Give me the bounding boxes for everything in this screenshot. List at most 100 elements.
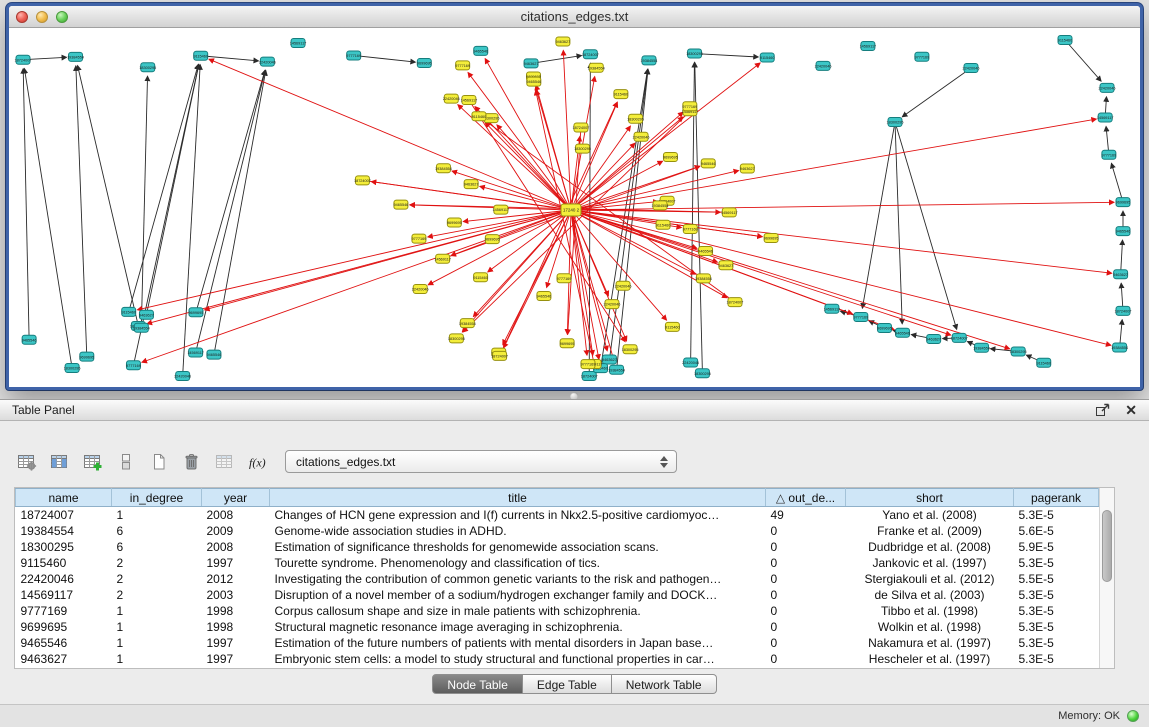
table-vertical-scrollbar[interactable] (1099, 488, 1114, 668)
graph-node[interactable]: 9777169 (581, 360, 596, 369)
graph-node[interactable]: 9699695 (1116, 198, 1131, 207)
graph-node[interactable]: 9115460 (656, 220, 671, 229)
graph-node[interactable]: 19384554 (435, 164, 452, 173)
table-selector[interactable]: citations_edges.txt (285, 450, 677, 473)
graph-node[interactable]: 22420046 (412, 284, 429, 293)
graph-node[interactable]: 18300295 (694, 369, 711, 378)
graph-node[interactable]: 14569117 (1097, 113, 1114, 122)
graph-node[interactable]: 14569117 (493, 205, 510, 214)
graph-node[interactable]: 9115460 (193, 51, 208, 60)
graph-node[interactable]: 22420046 (633, 132, 650, 141)
graph-node[interactable]: 9115460 (1058, 36, 1073, 45)
table-row[interactable]: 1456911722003Disruption of a novel membe… (16, 587, 1099, 603)
table-row[interactable]: 969969511998Structural magnetic resonanc… (16, 619, 1099, 635)
column-header-pagerank[interactable]: pagerank (1014, 489, 1099, 507)
graph-node[interactable]: 9777169 (557, 274, 572, 283)
graph-node[interactable]: 19384554 (588, 63, 605, 72)
graph-node[interactable]: 22420046 (815, 61, 832, 70)
import-table-icon[interactable] (212, 451, 238, 473)
graph-node[interactable]: 22420046 (603, 300, 620, 309)
graph-node[interactable]: 9699695 (485, 235, 500, 244)
network-graph[interactable]: 18724007 19384554 18300295 9115460 22420046 1… (9, 28, 1140, 387)
graph-node[interactable]: 14569117 (721, 208, 738, 217)
tab-network-table[interactable]: Network Table (612, 674, 717, 694)
graph-node[interactable]: 9699695 (663, 153, 678, 162)
graph-node[interactable]: 9463627 (524, 59, 539, 68)
graph-node[interactable]: 19384554 (641, 56, 658, 65)
graph-node[interactable]: 19384554 (133, 323, 150, 332)
graph-node[interactable]: 14569117 (290, 39, 307, 48)
graph-node[interactable]: 18724007 (572, 123, 589, 132)
table-row[interactable]: 1872400712008Changes of HCN gene express… (16, 507, 1099, 523)
graph-node[interactable]: 22420046 (259, 57, 276, 66)
graph-node[interactable]: 14569117 (187, 348, 204, 357)
graph-node[interactable]: 18300295 (622, 345, 639, 354)
graph-node[interactable]: 14569117 (824, 304, 841, 313)
table-row[interactable]: 1830029562008Estimation of significance … (16, 539, 1099, 555)
function-builder-icon[interactable]: f(x) (245, 451, 271, 473)
graph-node[interactable]: 9699695 (189, 308, 204, 317)
tab-node-table[interactable]: Node Table (432, 674, 523, 694)
network-view[interactable]: 18724007 19384554 18300295 9115460 22420046 1… (9, 28, 1140, 387)
graph-node[interactable]: 18300295 (686, 49, 703, 58)
graph-node[interactable]: 18300295 (627, 114, 644, 123)
graph-node[interactable]: 9465546 (537, 291, 552, 300)
graph-node[interactable]: 18300295 (574, 144, 591, 153)
window-titlebar[interactable]: citations_edges.txt (9, 6, 1140, 28)
graph-node[interactable]: 9777169 (1101, 150, 1116, 159)
table-row[interactable]: 911546021997Tourette syndrome. Phenomeno… (16, 555, 1099, 571)
column-header-name[interactable]: name (16, 489, 112, 507)
graph-node[interactable]: 9463627 (139, 310, 154, 319)
graph-node[interactable]: 9115460 (1037, 358, 1052, 367)
graph-node[interactable]: 18300295 (139, 63, 156, 72)
graph-node[interactable]: 18300295 (1010, 347, 1027, 356)
graph-node[interactable]: 18300295 (887, 118, 904, 127)
show-columns-icon[interactable] (47, 451, 73, 473)
graph-node[interactable]: 9777169 (455, 61, 470, 70)
add-column-icon[interactable] (80, 451, 106, 473)
graph-node[interactable]: 14569117 (461, 96, 478, 105)
graph-node[interactable]: 9465546 (526, 77, 541, 86)
graph-node[interactable]: 9465546 (1116, 227, 1131, 236)
table-row[interactable]: 946362711997Embryonic stem cells: a mode… (16, 651, 1099, 667)
graph-node[interactable]: 14569117 (434, 254, 451, 263)
graph-node[interactable]: 18724007 (951, 333, 968, 342)
graph-hub-node[interactable]: 17240 2 (561, 204, 581, 216)
graph-node[interactable]: 18300295 (64, 364, 81, 373)
table-row[interactable]: 1938455462009Genome-wide association stu… (16, 523, 1099, 539)
graph-node[interactable]: 9115460 (665, 322, 680, 331)
graph-node[interactable]: 22420046 (963, 64, 980, 73)
graph-node[interactable]: 9699695 (877, 324, 892, 333)
graph-node[interactable]: 9465546 (473, 46, 488, 55)
graph-node[interactable]: 9463627 (1113, 270, 1128, 279)
close-panel-icon[interactable]: ✕ (1125, 402, 1137, 418)
graph-node[interactable]: 9699695 (447, 218, 462, 227)
graph-node[interactable]: 22420046 (615, 281, 632, 290)
graph-node[interactable]: 18724007 (582, 50, 599, 59)
graph-node[interactable]: 9465546 (207, 350, 222, 359)
graph-node[interactable]: 18724007 (354, 176, 371, 185)
graph-node[interactable]: 9777169 (412, 234, 427, 243)
graph-node[interactable]: 9465546 (895, 328, 910, 337)
graph-node[interactable]: 19384554 (608, 365, 625, 374)
graph-node[interactable]: 19384554 (1111, 343, 1128, 352)
column-header-short[interactable]: short (846, 489, 1014, 507)
table-row[interactable]: 946554611997Estimation of the future num… (16, 635, 1099, 651)
graph-node[interactable]: 18724007 (727, 298, 744, 307)
graph-node[interactable]: 9463627 (464, 180, 479, 189)
graph-node[interactable]: 9465546 (701, 159, 716, 168)
graph-node[interactable]: 18724007 (15, 55, 32, 64)
column-header-title[interactable]: title (270, 489, 766, 507)
graph-node[interactable]: 19384554 (459, 319, 476, 328)
float-panel-icon[interactable] (1095, 402, 1111, 418)
graph-node[interactable]: 9465546 (394, 200, 409, 209)
table-row[interactable]: 2242004622012Investigating the contribut… (16, 571, 1099, 587)
graph-node[interactable]: 9115460 (760, 53, 775, 62)
graph-node[interactable]: 19384554 (695, 274, 712, 283)
graph-node[interactable]: 9699695 (79, 352, 94, 361)
delete-column-icon[interactable] (179, 451, 205, 473)
graph-node[interactable]: 9699695 (764, 233, 779, 242)
graph-node[interactable]: 19384554 (973, 343, 990, 352)
graph-node[interactable]: 9777169 (914, 52, 929, 61)
graph-node[interactable]: 18300295 (448, 334, 465, 343)
